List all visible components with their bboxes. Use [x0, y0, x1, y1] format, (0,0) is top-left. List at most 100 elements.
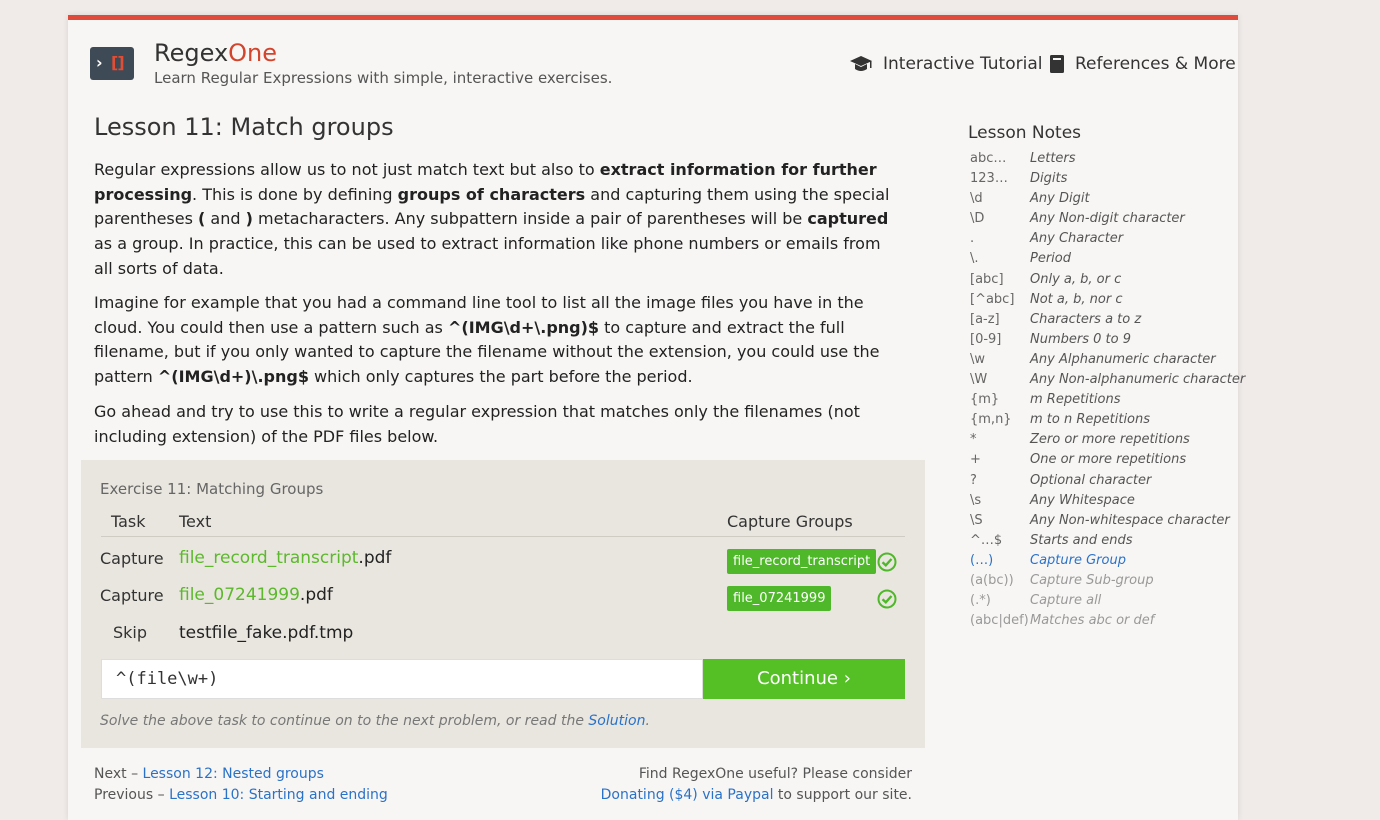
- nav-references[interactable]: References & More: [1049, 54, 1236, 74]
- lesson-note-item[interactable]: (.*) Capture all: [970, 591, 1238, 611]
- note-pattern: \d: [970, 191, 983, 207]
- lesson-note-item[interactable]: . Any Character: [970, 229, 1238, 249]
- next-prefix: Next –: [94, 766, 143, 782]
- lesson-note-item[interactable]: [0-9] Numbers 0 to 9: [970, 330, 1238, 350]
- exercise-title: Exercise 11: Matching Groups: [100, 480, 324, 498]
- lesson-note-item[interactable]: \S Any Non-whitespace character: [970, 511, 1238, 531]
- brackets-icon: []: [111, 53, 125, 72]
- nav-interactive-tutorial[interactable]: Interactive Tutorial: [849, 54, 1042, 74]
- note-description: Characters a to z: [1030, 311, 1142, 327]
- lesson-note-item[interactable]: {m} m Repetitions: [970, 390, 1238, 410]
- lesson-note-item[interactable]: [^abc] Not a, b, nor c: [970, 290, 1238, 310]
- lesson-note-item[interactable]: (a(bc)) Capture Sub-group: [970, 571, 1238, 591]
- brand-regex: Regex: [154, 39, 229, 67]
- lesson-note-item[interactable]: [a-z] Characters a to z: [970, 310, 1238, 330]
- note-description: Matches abc or def: [1030, 613, 1155, 629]
- donate-suffix: to support our site.: [773, 787, 912, 803]
- lesson-note-item[interactable]: 123… Digits: [970, 169, 1238, 189]
- note-pattern: \s: [970, 492, 982, 508]
- check-icon: [877, 589, 897, 609]
- lesson-note-item[interactable]: {m,n} m to n Repetitions: [970, 410, 1238, 430]
- lesson-note-item[interactable]: (abc|def) Matches abc or def: [970, 611, 1238, 631]
- donate-link[interactable]: Donating ($4) via Paypal: [601, 787, 774, 803]
- column-header-capture-groups: Capture Groups: [727, 512, 853, 531]
- note-description: Optional character: [1030, 472, 1152, 488]
- text: as a group. In practice, this can be use…: [94, 234, 881, 278]
- note-pattern: *: [970, 432, 977, 448]
- lesson-note-item[interactable]: \d Any Digit: [970, 189, 1238, 209]
- note-pattern: \D: [970, 211, 985, 227]
- note-description: Letters: [1030, 151, 1076, 166]
- solution-link[interactable]: Solution: [588, 713, 645, 729]
- lesson-paragraph-3: Go ahead and try to use this to write a …: [94, 402, 860, 446]
- lesson-notes-list: abc… Letters 123… Digits \d Any Digit \D Any No…: [970, 149, 1245, 631]
- note-pattern: (a(bc)): [970, 572, 1014, 588]
- matched-text: file_07241999: [179, 585, 300, 605]
- note-description: Numbers 0 to 9: [1030, 331, 1131, 347]
- lesson-note-item[interactable]: \w Any Alphanumeric character: [970, 350, 1238, 370]
- note-pattern: (.*): [970, 593, 991, 609]
- note-description: One or more repetitions: [1030, 452, 1187, 468]
- note-pattern: ^…$: [970, 532, 1003, 548]
- exercise-panel: Exercise 11: Matching Groups Task Text C…: [81, 460, 925, 748]
- logo-icon[interactable]: › []: [90, 47, 134, 80]
- bold-text: groups of characters: [397, 184, 586, 204]
- lesson-note-item[interactable]: * Zero or more repetitions: [970, 430, 1238, 450]
- note-description: Capture Group: [1030, 552, 1126, 568]
- page: › [] RegexOne Learn Regular Expressions …: [68, 15, 1245, 820]
- next-lesson: Next – Lesson 12: Nested groups: [94, 766, 324, 782]
- lesson-note-item[interactable]: + One or more repetitions: [970, 450, 1238, 470]
- regex-input[interactable]: [101, 659, 703, 699]
- column-header-task: Task: [111, 512, 146, 531]
- prev-prefix: Previous –: [94, 787, 170, 803]
- note-description: Only a, b, or c: [1030, 271, 1122, 287]
- lesson-note-item[interactable]: \D Any Non-digit character: [970, 209, 1238, 229]
- lesson-note-item[interactable]: \s Any Whitespace: [970, 491, 1238, 511]
- note-pattern: +: [970, 452, 981, 468]
- note-description: Any Non-whitespace character: [1030, 512, 1230, 528]
- row-text: testfile_fake.pdf.tmp: [179, 623, 353, 643]
- hint-text: .: [645, 713, 650, 729]
- lesson-note-item[interactable]: ? Optional character: [970, 471, 1238, 491]
- matched-text: file_record_transcript: [179, 548, 359, 568]
- capture-group-badge: file_07241999: [727, 586, 832, 611]
- text: . This is done by defining: [192, 184, 398, 204]
- note-pattern: \S: [970, 512, 983, 528]
- note-description: Any Non-digit character: [1030, 211, 1185, 227]
- lesson-note-item[interactable]: ^…$ Starts and ends: [970, 531, 1238, 551]
- chevron-right-icon: ›: [96, 53, 103, 72]
- note-description: Starts and ends: [1030, 532, 1133, 548]
- regex-example: ^(IMG\d+)\.png$: [157, 367, 309, 387]
- lesson-note-item[interactable]: abc… Letters: [970, 149, 1238, 169]
- regex-example: ^(IMG\d+\.png)$: [447, 317, 600, 337]
- row-text: file_record_transcript.pdf: [179, 548, 391, 568]
- note-description: Capture all: [1030, 593, 1102, 609]
- note-pattern: {m}: [970, 392, 1000, 408]
- note-description: m to n Repetitions: [1030, 412, 1151, 428]
- header-divider: [101, 536, 905, 537]
- bold-text: ): [245, 209, 253, 229]
- next-lesson-link[interactable]: Lesson 12: Nested groups: [143, 766, 324, 782]
- previous-lesson-link[interactable]: Lesson 10: Starting and ending: [169, 787, 388, 803]
- note-pattern: \.: [970, 251, 979, 267]
- site-brand[interactable]: RegexOne: [154, 38, 277, 68]
- row-task: Capture: [100, 549, 164, 568]
- note-pattern: 123…: [970, 171, 1008, 187]
- lesson-note-item[interactable]: (…) Capture Group: [970, 551, 1238, 571]
- lesson-note-item[interactable]: [abc] Only a, b, or c: [970, 270, 1238, 290]
- continue-button[interactable]: Continue ›: [703, 659, 905, 699]
- exercise-hint: Solve the above task to continue on to t…: [100, 713, 650, 729]
- lesson-note-item[interactable]: \W Any Non-alphanumeric character: [970, 370, 1245, 390]
- unmatched-text: testfile_fake.pdf.tmp: [179, 623, 354, 643]
- unmatched-text: .pdf: [358, 548, 392, 568]
- check-icon: [877, 552, 897, 572]
- book-icon: [1050, 55, 1064, 73]
- nav-references-label: References & More: [1075, 54, 1236, 74]
- text: which only captures the part before the …: [308, 367, 693, 387]
- site-tagline: Learn Regular Expressions with simple, i…: [154, 69, 613, 87]
- nav-tutorial-label: Interactive Tutorial: [883, 54, 1043, 74]
- lesson-note-item[interactable]: \. Period: [970, 249, 1238, 269]
- row-task: Capture: [100, 586, 164, 605]
- note-description: Any Alphanumeric character: [1030, 351, 1216, 367]
- note-description: Any Digit: [1030, 191, 1090, 207]
